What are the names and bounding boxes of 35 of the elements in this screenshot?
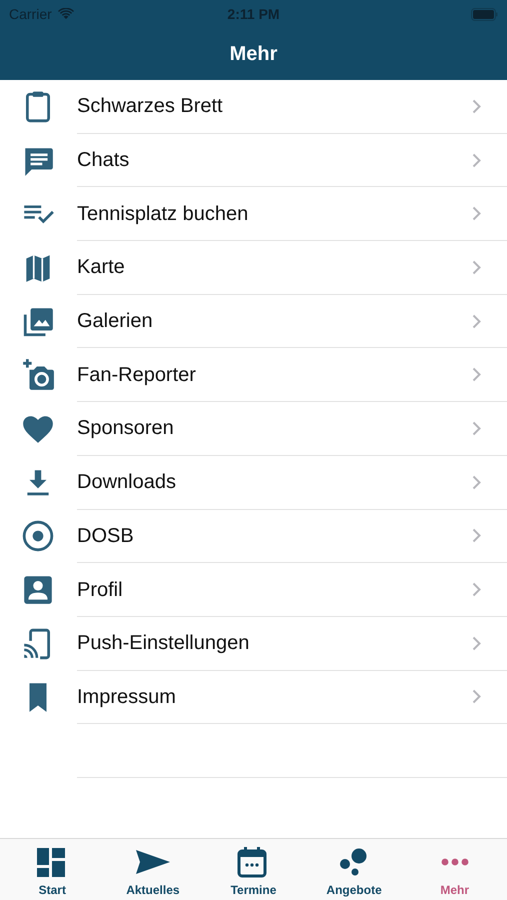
page-title: Mehr (230, 42, 278, 67)
menu-label: Fan-Reporter (77, 362, 196, 388)
radio-target-icon (21, 519, 55, 554)
tab-item[interactable]: Mehr (404, 839, 505, 900)
chevron-right-icon (472, 98, 481, 114)
menu-label: Schwarzes Brett (77, 94, 223, 120)
chevron-right-icon (472, 474, 481, 490)
menu-label: Push-Einstellungen (77, 631, 250, 656)
menu-label: Impressum (77, 684, 176, 710)
chevron-right-icon (472, 367, 481, 382)
camera-plus-icon (21, 358, 55, 392)
wifi-icon (58, 8, 74, 20)
tab-item[interactable]: Termine (203, 839, 304, 900)
tab-item[interactable]: Start (2, 839, 103, 900)
tab-item[interactable]: Aktuelles (102, 839, 204, 900)
menu-label: Tennisplatz buchen (77, 202, 248, 227)
chevron-right-icon (472, 314, 481, 329)
menu-label: Downloads (77, 470, 176, 496)
menu-label: Galerien (77, 309, 153, 334)
chevron-right-icon (472, 582, 481, 598)
chevron-right-icon (472, 689, 481, 704)
tab-item[interactable]: Angebote (304, 839, 404, 900)
menu-label: Karte (77, 255, 125, 280)
chevron-right-icon (472, 528, 481, 544)
menu-label: Chats (77, 148, 130, 174)
chevron-right-icon (472, 636, 481, 651)
chevron-right-icon (472, 206, 481, 222)
battery-icon (471, 8, 498, 20)
menu-label: Sponsoren (77, 416, 174, 442)
more-dots-icon (440, 858, 469, 866)
chevron-right-icon (472, 152, 481, 168)
chevron-right-icon (472, 420, 481, 436)
menu-label: DOSB (77, 524, 134, 549)
chevron-right-icon (472, 260, 481, 275)
menu-label: Profil (77, 578, 123, 603)
